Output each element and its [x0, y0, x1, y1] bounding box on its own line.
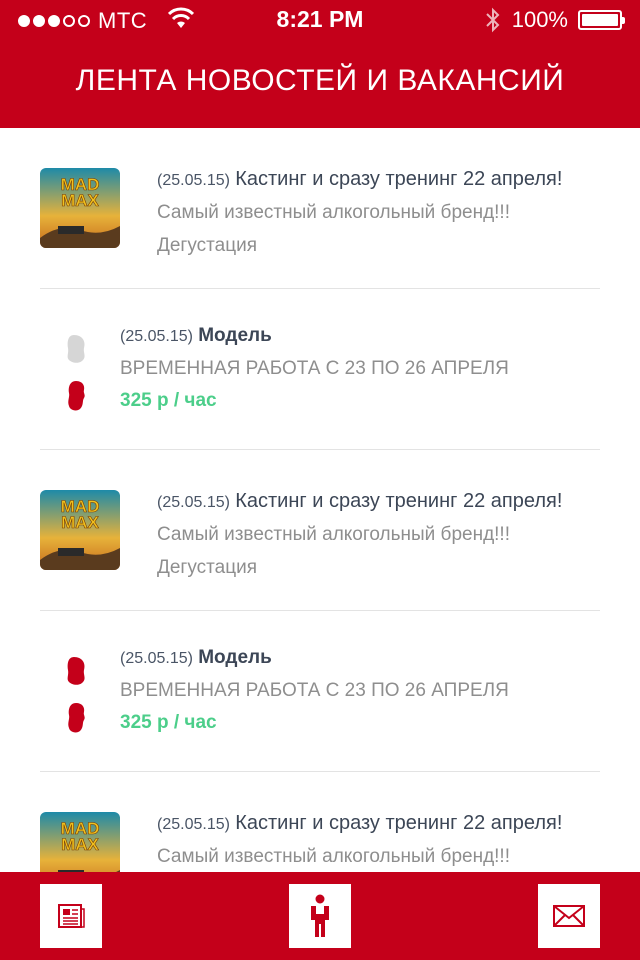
svg-text:MAX: MAX — [61, 191, 99, 210]
job-title-line: (25.05.15) Модель — [120, 325, 620, 347]
gender-icons — [60, 655, 92, 735]
news-subtitle: Самый известный алкогольный бренд!!! — [157, 202, 510, 223]
job-pay: 325 р / час — [120, 712, 217, 733]
news-headline: Кастинг и сразу тренинг 22 апреля! — [235, 168, 563, 190]
svg-text:MAX: MAX — [61, 513, 99, 532]
battery-icon — [578, 10, 625, 30]
news-title-line: (25.05.15) Кастинг и сразу тренинг 22 ап… — [157, 168, 620, 191]
male-silhouette-red-icon — [68, 381, 85, 411]
news-date: (25.05.15) — [157, 172, 230, 189]
job-pay: 325 р / час — [120, 390, 217, 411]
feed-item-job[interactable]: (25.05.15) Модель ВРЕМЕННАЯ РАБОТА С 23 … — [0, 611, 640, 772]
job-title: Модель — [198, 325, 272, 346]
mad-max-poster-thumbnail: MAD MAX — [40, 168, 120, 248]
bottom-tab-bar — [0, 872, 640, 960]
messages-tab-button[interactable] — [538, 884, 600, 948]
feed-item-news[interactable]: MAD MAX (25.05.15) Кастинг и сразу трени… — [0, 128, 640, 289]
news-date: (25.05.15) — [157, 816, 230, 833]
app-header: МТС 8:21 PM 100% ЛЕНТА НОВОСТЕЙ И ВАКАНС… — [0, 0, 640, 128]
job-title-line: (25.05.15) Модель — [120, 647, 620, 669]
feed-item-news[interactable]: MAD MAX (25.05.15) Кастинг и сразу трени… — [0, 450, 640, 611]
newspaper-icon — [58, 904, 85, 928]
male-silhouette-red-icon — [68, 703, 85, 733]
news-category: Дегустация — [157, 235, 257, 256]
news-title-line: (25.05.15) Кастинг и сразу тренинг 22 ап… — [157, 812, 620, 835]
worker-icon — [311, 894, 329, 937]
job-title: Модель — [198, 647, 272, 668]
jobs-tab-button[interactable] — [289, 884, 351, 948]
female-silhouette-gray-icon — [67, 335, 85, 363]
news-feed[interactable]: MAD MAX (25.05.15) Кастинг и сразу трени… — [0, 128, 640, 872]
news-category: Дегустация — [157, 557, 257, 578]
status-bar: МТС 8:21 PM 100% — [0, 0, 640, 40]
mad-max-poster-thumbnail: MAD MAX — [40, 812, 120, 872]
svg-text:MAX: MAX — [61, 835, 99, 854]
news-subtitle: Самый известный алкогольный бренд!!! — [157, 846, 510, 867]
news-tab-button[interactable] — [40, 884, 102, 948]
envelope-icon — [553, 905, 585, 927]
feed-item-news[interactable]: MAD MAX (25.05.15) Кастинг и сразу трени… — [0, 772, 640, 872]
female-silhouette-red-icon — [67, 657, 85, 685]
job-date: (25.05.15) — [120, 650, 193, 667]
news-title-line: (25.05.15) Кастинг и сразу тренинг 22 ап… — [157, 490, 620, 513]
job-subtitle: ВРЕМЕННАЯ РАБОТА С 23 ПО 26 АПРЕЛЯ — [120, 680, 509, 701]
page-title: ЛЕНТА НОВОСТЕЙ И ВАКАНСИЙ — [75, 64, 565, 97]
news-headline: Кастинг и сразу тренинг 22 апреля! — [235, 490, 563, 512]
bluetooth-icon — [486, 7, 500, 33]
news-date: (25.05.15) — [157, 494, 230, 511]
gender-icons — [60, 333, 92, 413]
job-subtitle: ВРЕМЕННАЯ РАБОТА С 23 ПО 26 АПРЕЛЯ — [120, 358, 509, 379]
job-date: (25.05.15) — [120, 328, 193, 345]
news-subtitle: Самый известный алкогольный бренд!!! — [157, 524, 510, 545]
battery-percentage: 100% — [511, 7, 568, 32]
feed-item-job[interactable]: (25.05.15) Модель ВРЕМЕННАЯ РАБОТА С 23 … — [0, 289, 640, 450]
news-headline: Кастинг и сразу тренинг 22 апреля! — [235, 812, 563, 834]
mad-max-poster-thumbnail: MAD MAX — [40, 490, 120, 570]
